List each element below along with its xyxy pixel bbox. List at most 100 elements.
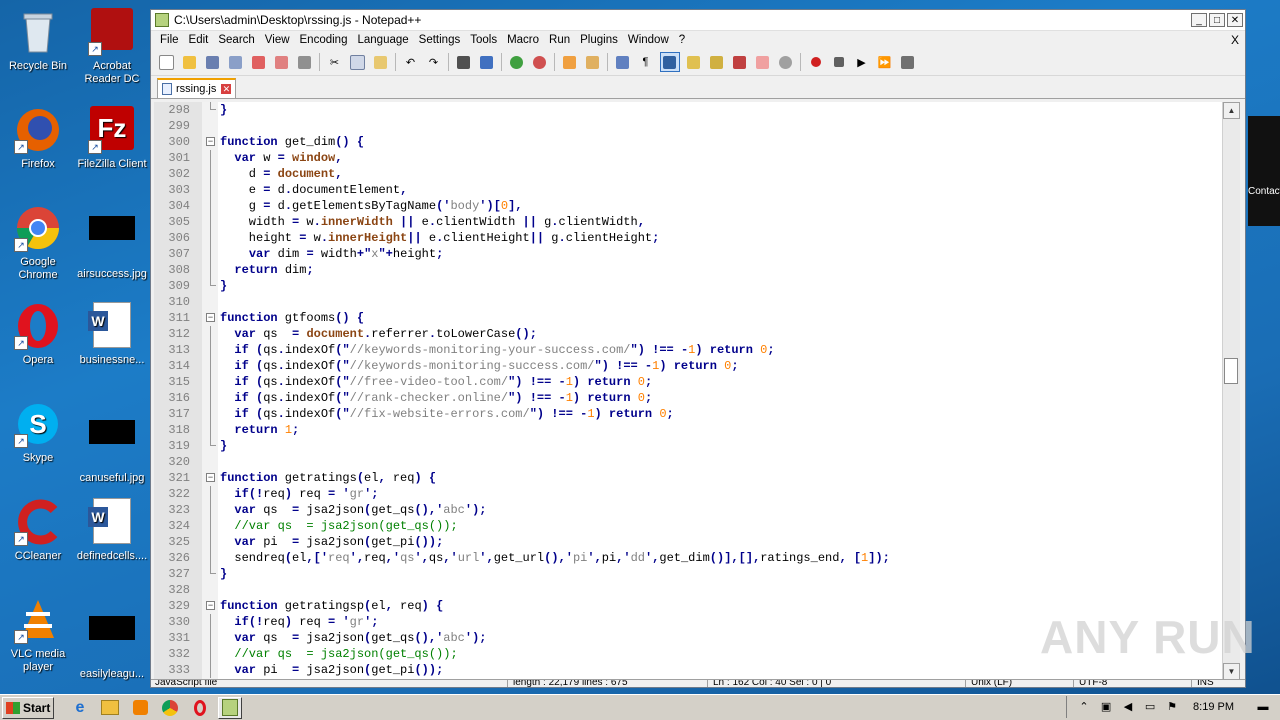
minimize-button[interactable]: _ xyxy=(1191,13,1207,27)
code-line[interactable]: 299 xyxy=(154,118,1224,134)
menu-tools[interactable]: Tools xyxy=(465,34,502,46)
tab-close-icon[interactable]: ✕ xyxy=(221,84,232,94)
code-line[interactable]: 310 xyxy=(154,294,1224,310)
code-line[interactable]: 307 var dim = width+"x"+height; xyxy=(154,246,1224,262)
code-line[interactable]: 314 if (qs.indexOf("//keywords-monitorin… xyxy=(154,358,1224,374)
fold-toggle-icon[interactable]: − xyxy=(206,601,215,610)
maximize-button[interactable]: □ xyxy=(1209,13,1225,27)
background-window-edge[interactable]: Contact xyxy=(1248,116,1280,226)
close-button[interactable]: ✕ xyxy=(1227,13,1243,27)
desktop-icon-vlc[interactable]: ↗ VLC media player xyxy=(0,596,76,674)
menu-macro[interactable]: Macro xyxy=(502,34,544,46)
desktop-icon-acrobat[interactable]: ↗ Acrobat Reader DC xyxy=(74,8,150,86)
tray-display-icon[interactable]: ▭ xyxy=(1143,700,1157,714)
scroll-down-arrow-icon[interactable]: ▼ xyxy=(1223,663,1240,680)
code-line[interactable]: 315 if (qs.indexOf("//free-video-tool.co… xyxy=(154,374,1224,390)
tray-volume-icon[interactable]: ◀ xyxy=(1121,700,1135,714)
code-line[interactable]: 313 if (qs.indexOf("//keywords-monitorin… xyxy=(154,342,1224,358)
menu-encoding[interactable]: Encoding xyxy=(295,34,353,46)
code-line[interactable]: 312 var qs = document.referrer.toLowerCa… xyxy=(154,326,1224,342)
code-line[interactable]: 301 var w = window, xyxy=(154,150,1224,166)
menu-view[interactable]: View xyxy=(260,34,295,46)
desktop-icon-skype[interactable]: S ↗ Skype xyxy=(0,400,76,465)
tray-network-icon[interactable]: ▣ xyxy=(1099,700,1113,714)
folder-workspace-icon[interactable] xyxy=(754,53,772,71)
taskbar-opera-icon[interactable] xyxy=(188,697,212,719)
close-document-button[interactable]: X xyxy=(1231,33,1239,47)
code-line[interactable]: 322 if(!req) req = 'gr'; xyxy=(154,486,1224,502)
language-udf-icon[interactable] xyxy=(685,53,703,71)
menu-settings[interactable]: Settings xyxy=(414,34,466,46)
zoom-in-icon[interactable] xyxy=(508,53,526,71)
code-line[interactable]: 321 − function getratings(el, req) { xyxy=(154,470,1224,486)
taskbar-notepadpp-icon[interactable] xyxy=(218,696,242,719)
monitoring-icon[interactable] xyxy=(777,53,795,71)
code-line[interactable]: 308 return dim; xyxy=(154,262,1224,278)
replace-icon[interactable] xyxy=(478,53,496,71)
indent-guide-icon[interactable] xyxy=(659,52,680,72)
desktop-icon-opera[interactable]: ↗ Opera xyxy=(0,302,76,367)
code-line[interactable]: 333 var pi = jsa2json(get_pi()); xyxy=(154,662,1224,678)
menu-edit[interactable]: Edit xyxy=(184,34,214,46)
desktop-icon-chrome[interactable]: ↗ Google Chrome xyxy=(0,204,76,282)
fold-toggle-icon[interactable]: − xyxy=(206,313,215,322)
fold-toggle-icon[interactable]: − xyxy=(206,137,215,146)
code-line[interactable]: 304 g = d.getElementsByTagName('body')[0… xyxy=(154,198,1224,214)
menu-help[interactable]: ? xyxy=(674,34,690,46)
desktop-icon-canuseful[interactable]: canuseful.jpg xyxy=(74,400,150,485)
close-file-icon[interactable] xyxy=(250,53,268,71)
code-line[interactable]: 311 − function gtfooms() { xyxy=(154,310,1224,326)
zoom-out-icon[interactable] xyxy=(531,53,549,71)
title-bar[interactable]: C:\Users\admin\Desktop\rssing.js - Notep… xyxy=(151,10,1245,31)
code-line[interactable]: 324 //var qs = jsa2json(get_qs()); xyxy=(154,518,1224,534)
play-macro-multiple-icon[interactable]: ⏩ xyxy=(876,53,894,71)
desktop-icon-airsuccess[interactable]: airsuccess.jpg xyxy=(74,204,150,281)
taskbar-media-player-icon[interactable] xyxy=(128,697,152,719)
save-macro-icon[interactable] xyxy=(899,53,917,71)
function-list-icon[interactable] xyxy=(731,53,749,71)
code-line[interactable]: 316 if (qs.indexOf("//rank-checker.onlin… xyxy=(154,390,1224,406)
desktop-icon-recycle-bin[interactable]: Recycle Bin xyxy=(0,8,76,73)
desktop-icon-businessne[interactable]: W businessne... xyxy=(74,302,150,367)
menu-window[interactable]: Window xyxy=(623,34,674,46)
paste-icon[interactable] xyxy=(372,53,390,71)
open-file-icon[interactable] xyxy=(181,53,199,71)
find-icon[interactable] xyxy=(455,53,473,71)
tab-rssing-js[interactable]: rssing.js ✕ xyxy=(157,78,237,98)
show-all-chars-icon[interactable]: ¶ xyxy=(637,53,655,71)
menu-search[interactable]: Search xyxy=(213,34,259,46)
close-all-icon[interactable] xyxy=(273,53,291,71)
code-editor[interactable]: 298} 299 300− function get_dim() {301 var w… xyxy=(154,102,1240,680)
desktop-icon-firefox[interactable]: ↗ Firefox xyxy=(0,106,76,171)
desktop-icon-filezilla[interactable]: Fz ↗ FileZilla Client xyxy=(74,106,150,171)
record-macro-icon[interactable] xyxy=(807,53,825,71)
clock[interactable]: 8:19 PM xyxy=(1193,701,1234,713)
code-line[interactable]: 323 var qs = jsa2json(get_qs(),'abc'); xyxy=(154,502,1224,518)
code-line[interactable]: 328 xyxy=(154,582,1224,598)
desktop-icon-ccleaner[interactable]: ↗ CCleaner xyxy=(0,498,76,563)
tray-flag-icon[interactable]: ⚑ xyxy=(1165,700,1179,714)
save-all-icon[interactable] xyxy=(227,53,245,71)
menu-language[interactable]: Language xyxy=(352,34,413,46)
play-macro-icon[interactable]: ▶ xyxy=(853,53,871,71)
show-desktop-icon[interactable]: ▬ xyxy=(1256,700,1270,714)
copy-icon[interactable] xyxy=(349,53,367,71)
tray-expand-icon[interactable]: ⌃ xyxy=(1077,700,1091,714)
code-line[interactable]: 306 height = w.innerHeight|| e.clientHei… xyxy=(154,230,1224,246)
word-wrap-icon[interactable] xyxy=(614,53,632,71)
vertical-scrollbar[interactable]: ▲ ▼ xyxy=(1222,102,1240,680)
code-line[interactable]: 327} xyxy=(154,566,1224,582)
menu-run[interactable]: Run xyxy=(544,34,575,46)
code-line[interactable]: 302 d = document, xyxy=(154,166,1224,182)
code-line[interactable]: 303 e = d.documentElement, xyxy=(154,182,1224,198)
print-icon[interactable] xyxy=(296,53,314,71)
redo-icon[interactable]: ↷ xyxy=(425,53,443,71)
fold-toggle-icon[interactable]: − xyxy=(206,473,215,482)
undo-icon[interactable]: ↶ xyxy=(402,53,420,71)
taskbar-explorer-icon[interactable] xyxy=(98,697,122,719)
doc-map-icon[interactable] xyxy=(708,53,726,71)
code-line[interactable]: 309} xyxy=(154,278,1224,294)
menu-file[interactable]: File xyxy=(155,34,184,46)
taskbar-ie-icon[interactable]: e xyxy=(68,697,92,719)
start-button[interactable]: Start xyxy=(2,696,54,719)
